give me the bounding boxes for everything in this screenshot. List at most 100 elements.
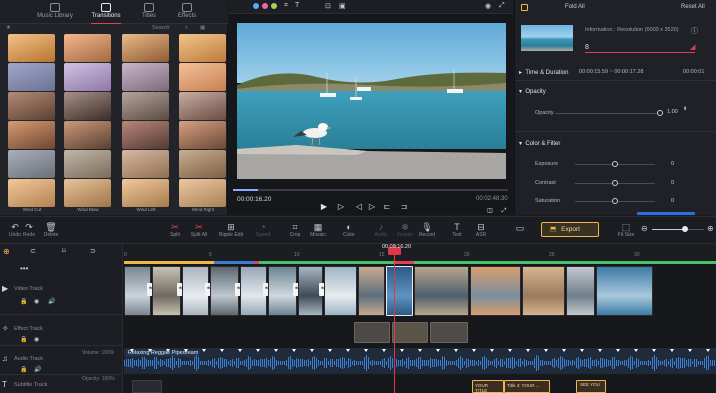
audio-clip[interactable]: Relaxing Reggae Pipedream: [124, 348, 716, 374]
beat-marker-icon[interactable]: [346, 349, 350, 352]
prev-frame-icon[interactable]: ◁: [354, 202, 364, 212]
asr-button[interactable]: ⊟ ASR: [466, 222, 496, 238]
transition-thumb[interactable]: [64, 34, 111, 62]
beat-marker-icon[interactable]: [634, 349, 638, 352]
beat-marker-icon[interactable]: [202, 349, 206, 352]
snap-icon[interactable]: ⊃: [90, 247, 96, 255]
beat-marker-icon[interactable]: [436, 349, 440, 352]
eye-icon[interactable]: ◉: [34, 298, 39, 305]
transition-thumb[interactable]: [8, 150, 55, 178]
contrast-slider[interactable]: [575, 180, 655, 186]
slider-knob[interactable]: [612, 161, 618, 167]
exposure-value[interactable]: 0: [671, 161, 674, 167]
effect-clip[interactable]: [430, 322, 468, 343]
slider-knob[interactable]: [656, 110, 663, 116]
info-icon[interactable]: ⓘ: [691, 26, 698, 36]
mute-icon[interactable]: 🔊: [48, 298, 55, 305]
split-all-button[interactable]: ✂ Split All: [184, 222, 214, 238]
tab-effects[interactable]: Effects: [162, 3, 212, 19]
beat-marker-icon[interactable]: [652, 349, 656, 352]
transition-thumb[interactable]: [179, 92, 226, 120]
star-icon[interactable]: ★: [6, 25, 11, 31]
effect-clip[interactable]: [354, 322, 390, 343]
color-dot-icon[interactable]: [262, 3, 268, 9]
display-button[interactable]: ▭: [505, 223, 535, 233]
saturation-value[interactable]: 0: [671, 198, 674, 204]
transition-thumb[interactable]: [179, 121, 226, 149]
beat-marker-icon[interactable]: [616, 349, 620, 352]
lock-icon[interactable]: 🔒: [20, 336, 27, 343]
subtitle-clip[interactable]: [132, 380, 162, 393]
lock-icon[interactable]: ⊡: [325, 2, 331, 10]
transition-thumb[interactable]: [122, 121, 169, 149]
playhead[interactable]: [394, 244, 395, 393]
transition-thumb[interactable]: [64, 92, 111, 120]
transition-thumb[interactable]: [122, 92, 169, 120]
slider-knob[interactable]: [612, 180, 618, 186]
video-clip[interactable]: [358, 266, 385, 316]
transition-thumb[interactable]: [64, 121, 111, 149]
record-button[interactable]: 🎙 Record: [412, 222, 442, 238]
fullscreen-icon[interactable]: ⤢: [499, 2, 505, 10]
transition-thumb[interactable]: [64, 63, 111, 91]
beat-marker-icon[interactable]: [166, 349, 170, 352]
transition-thumb[interactable]: [122, 63, 169, 91]
transition-thumb[interactable]: [179, 150, 226, 178]
transition-thumb[interactable]: [64, 179, 111, 207]
zoom-knob[interactable]: [682, 226, 688, 232]
beat-marker-icon[interactable]: [130, 349, 134, 352]
eye-icon[interactable]: ◉: [34, 336, 39, 343]
ripple-edit-button[interactable]: ⊞ Ripple Edit: [216, 222, 246, 238]
transition-thumb[interactable]: [8, 34, 55, 62]
video-clip[interactable]: [522, 266, 565, 316]
opacity-value[interactable]: 1.00: [667, 109, 678, 115]
beat-marker-icon[interactable]: [526, 349, 530, 352]
video-clip[interactable]: [566, 266, 595, 316]
beat-marker-icon[interactable]: [220, 349, 224, 352]
contrast-value[interactable]: 0: [671, 180, 674, 186]
transition-thumb[interactable]: [8, 179, 55, 207]
beat-marker-icon[interactable]: [274, 349, 278, 352]
beat-marker-icon[interactable]: [418, 349, 422, 352]
palette-icon[interactable]: [253, 3, 259, 9]
text-icon[interactable]: T: [295, 2, 299, 9]
mark-in-icon[interactable]: ⊏: [382, 202, 392, 212]
layout-icon[interactable]: ▣: [339, 2, 346, 10]
beat-marker-icon[interactable]: [364, 349, 368, 352]
link-icon[interactable]: ⌑: [62, 247, 66, 255]
slider-knob[interactable]: [612, 198, 618, 204]
beat-marker-icon[interactable]: [490, 349, 494, 352]
color-button[interactable]: ◐ Color: [334, 222, 364, 238]
beat-marker-icon[interactable]: [238, 349, 242, 352]
beat-marker-icon[interactable]: [688, 349, 692, 352]
search-label[interactable]: Search: [152, 25, 169, 31]
beat-marker-icon[interactable]: [256, 349, 260, 352]
clip-number[interactable]: 8: [585, 44, 589, 51]
mark-out-icon[interactable]: ⊐: [399, 202, 409, 212]
opacity-header[interactable]: ▾ Opacity: [519, 88, 546, 95]
beat-marker-icon[interactable]: [328, 349, 332, 352]
transition-thumb[interactable]: [122, 150, 169, 178]
lock-icon[interactable]: 🔒: [20, 366, 27, 373]
transition-thumb[interactable]: [122, 34, 169, 62]
transition-thumb[interactable]: [179, 34, 226, 62]
beat-marker-icon[interactable]: [598, 349, 602, 352]
export-button[interactable]: ⬒ Export: [541, 222, 599, 237]
fullscreen-icon[interactable]: ⤢: [499, 206, 509, 216]
apply-button[interactable]: [637, 212, 695, 215]
transition-thumb[interactable]: [122, 179, 169, 207]
play-icon[interactable]: ▶: [319, 202, 329, 212]
video-clip[interactable]: [470, 266, 521, 316]
lock-icon[interactable]: 🔒: [20, 298, 27, 305]
color-tag-icon[interactable]: ◢: [690, 43, 695, 51]
opacity-slider[interactable]: [555, 110, 663, 116]
beat-marker-icon[interactable]: [310, 349, 314, 352]
video-clip[interactable]: [414, 266, 469, 316]
zoom-out-icon[interactable]: ⊖: [641, 224, 648, 233]
color-dot-icon[interactable]: [271, 3, 277, 9]
stepper-icon[interactable]: ⬍: [683, 106, 687, 112]
add-track-icon[interactable]: ⊕: [3, 247, 10, 256]
color-filter-header[interactable]: ▾ Color & Filter: [519, 140, 560, 147]
zoom-slider[interactable]: [652, 226, 704, 232]
video-clip[interactable]: [324, 266, 357, 316]
